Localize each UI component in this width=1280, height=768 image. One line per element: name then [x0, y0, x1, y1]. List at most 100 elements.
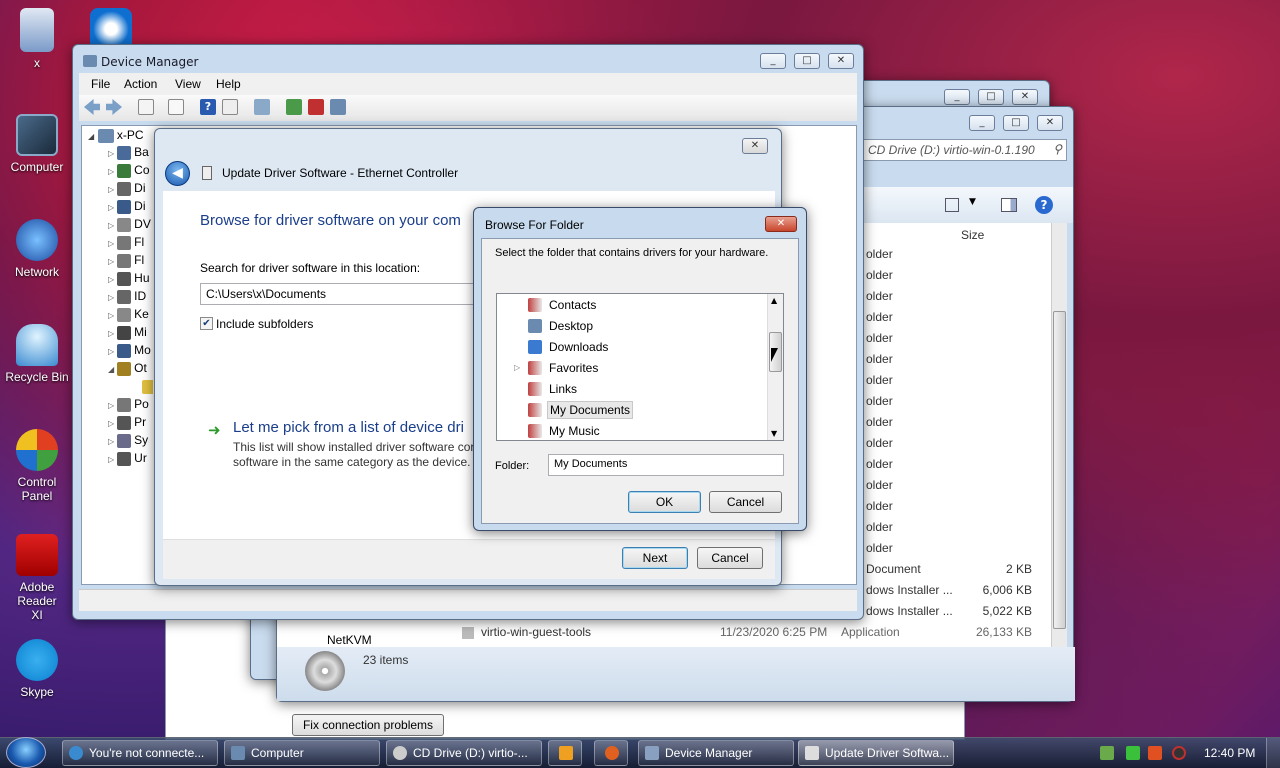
driver-path-input[interactable]: C:\Users\x\Documents — [200, 283, 475, 305]
tree-item[interactable] — [142, 377, 153, 395]
scroll-down-arrow-icon[interactable]: ▼ — [771, 429, 777, 438]
list-row[interactable]: older — [866, 520, 1032, 536]
list-row[interactable]: older — [866, 373, 1032, 389]
device-manager-close-button[interactable]: ✕ — [828, 53, 854, 69]
taskbar-button-cd-drive[interactable]: CD Drive (D:) virtio-... — [386, 740, 542, 766]
menu-action[interactable]: Action — [124, 77, 157, 91]
tray-status-icon[interactable] — [1126, 746, 1140, 760]
explorer-maximize-button[interactable]: □ — [1003, 115, 1029, 131]
list-row[interactable]: older — [866, 499, 1032, 515]
expand-triangle-icon[interactable]: ▷ — [108, 167, 114, 176]
expand-triangle-icon[interactable]: ▷ — [108, 185, 114, 194]
desktop-icon-control-panel[interactable]: Control Panel — [0, 429, 74, 503]
expand-triangle-icon[interactable]: ▷ — [108, 401, 114, 410]
tree-item[interactable]: ◢ Ot — [108, 359, 153, 377]
device-manager-maximize-button[interactable]: □ — [794, 53, 820, 69]
uninstall-device-icon[interactable] — [308, 99, 324, 115]
taskbar-button-computer[interactable]: Computer — [224, 740, 380, 766]
desktop-icon-computer[interactable]: Computer — [0, 114, 74, 174]
update-driver-cancel-button[interactable]: Cancel — [697, 547, 763, 569]
show-hide-tree-icon[interactable] — [168, 99, 184, 115]
expand-triangle-icon[interactable]: ▷ — [108, 275, 114, 284]
expand-triangle-icon[interactable]: ▷ — [514, 359, 520, 377]
views-dropdown-chevron-down-icon[interactable]: ▼ — [969, 197, 976, 207]
expand-triangle-icon[interactable]: ▷ — [108, 311, 114, 320]
tree-item[interactable]: ▷ Ke — [108, 305, 153, 323]
tree-item[interactable]: ▷ Di — [108, 197, 153, 215]
tree-item[interactable]: ▷ Ba — [108, 143, 153, 161]
folder-item[interactable]: Downloads — [514, 338, 764, 356]
update-driver-icon[interactable] — [286, 99, 302, 115]
tree-item[interactable]: ▷ Sy — [108, 431, 153, 449]
back-window-close-button[interactable]: ✕ — [1012, 89, 1038, 105]
list-row[interactable]: older — [866, 310, 1032, 326]
tree-item[interactable]: ▷ Co — [108, 161, 153, 179]
desktop-icon-skype[interactable]: Skype — [0, 639, 74, 699]
browse-cancel-button[interactable]: Cancel — [709, 491, 782, 513]
device-manager-minimize-button[interactable]: _ — [760, 53, 786, 69]
folder-item[interactable]: Contacts — [514, 296, 764, 314]
list-row[interactable]: older — [866, 541, 1032, 557]
start-button[interactable] — [6, 737, 46, 768]
scan-hardware-icon[interactable] — [254, 99, 270, 115]
fix-connection-button[interactable]: Fix connection problems — [292, 714, 444, 736]
tree-item[interactable]: ▷ Mo — [108, 341, 153, 359]
help-icon[interactable]: ? — [1035, 196, 1053, 214]
properties-icon[interactable] — [138, 99, 154, 115]
expand-triangle-icon[interactable]: ▷ — [108, 239, 114, 248]
view-icon[interactable] — [222, 99, 238, 115]
list-row[interactable]: older — [866, 331, 1032, 347]
expand-triangle-icon[interactable]: ▷ — [108, 149, 114, 158]
expand-triangle-icon[interactable]: ▷ — [108, 329, 114, 338]
expand-triangle-icon[interactable]: ▷ — [108, 455, 114, 464]
menu-help[interactable]: Help — [216, 77, 241, 91]
expand-triangle-icon[interactable]: ▷ — [108, 419, 114, 428]
tree-item[interactable]: ▷ DV — [108, 215, 153, 233]
tree-item[interactable]: ▷ Fl — [108, 233, 153, 251]
explorer-minimize-button[interactable]: _ — [969, 115, 995, 131]
list-row-virtio-guest-tools[interactable]: virtio-win-guest-tools 11/23/2020 6:25 P… — [462, 625, 1032, 641]
folder-item[interactable]: Links — [514, 380, 764, 398]
desktop-icon-recycle-bin[interactable]: Recycle Bin — [0, 324, 74, 384]
include-subfolders-label[interactable]: Include subfolders — [216, 317, 313, 331]
folder-tree-scrollbar[interactable]: ▲ ▼ — [767, 294, 783, 440]
desktop-icon-adobe-reader[interactable]: Adobe Reader XI — [0, 534, 74, 622]
list-row[interactable]: older — [866, 436, 1032, 452]
taskbar-clock[interactable]: 12:40 PM — [1204, 746, 1255, 760]
back-window-minimize-button[interactable]: _ — [944, 89, 970, 105]
update-driver-close-button[interactable]: ✕ — [742, 138, 768, 154]
list-row[interactable]: dows Installer ... 5,022 KB — [866, 604, 1032, 620]
next-button[interactable]: Next — [622, 547, 688, 569]
tree-item[interactable]: ▷ Fl — [108, 251, 153, 269]
show-desktop-button[interactable] — [1266, 738, 1280, 768]
explorer-close-button[interactable]: ✕ — [1037, 115, 1063, 131]
list-row[interactable]: older — [866, 457, 1032, 473]
back-window-maximize-button[interactable]: □ — [978, 89, 1004, 105]
pick-from-list-link[interactable]: Let me pick from a list of device dri — [233, 419, 473, 436]
folder-item[interactable]: ▷ Favorites — [514, 359, 764, 377]
scroll-up-arrow-icon[interactable]: ▲ — [771, 296, 777, 305]
folder-item[interactable]: My Music — [514, 422, 764, 440]
menu-file[interactable]: File — [91, 77, 110, 91]
explorer-search-box[interactable]: CD Drive (D:) virtio-win-0.1.190 ⚲ — [863, 139, 1067, 161]
browse-close-button[interactable]: ✕ — [765, 216, 797, 232]
list-row[interactable]: older — [866, 352, 1032, 368]
tray-volume-icon[interactable] — [1172, 746, 1186, 760]
taskbar-button-browser[interactable]: You're not connecte... — [62, 740, 218, 766]
list-row[interactable]: older — [866, 478, 1032, 494]
tree-item[interactable]: ▷ Di — [108, 179, 153, 197]
folder-item[interactable]: My Documents — [514, 401, 764, 419]
list-row[interactable]: older — [866, 268, 1032, 284]
tree-item[interactable]: ▷ Po — [108, 395, 153, 413]
preview-pane-icon[interactable] — [1001, 198, 1017, 212]
desktop-icon-user[interactable]: x — [0, 8, 74, 70]
tray-network-icon[interactable] — [1100, 746, 1114, 760]
views-icon[interactable] — [945, 198, 959, 212]
explorer-scrollbar[interactable] — [1051, 223, 1067, 647]
menu-view[interactable]: View — [175, 77, 201, 91]
tree-item[interactable]: ▷ Mi — [108, 323, 153, 341]
list-row[interactable]: older — [866, 289, 1032, 305]
collapse-triangle-icon[interactable]: ◢ — [108, 365, 114, 374]
taskbar-button-device-manager[interactable]: Device Manager — [638, 740, 794, 766]
ok-button[interactable]: OK — [628, 491, 701, 513]
